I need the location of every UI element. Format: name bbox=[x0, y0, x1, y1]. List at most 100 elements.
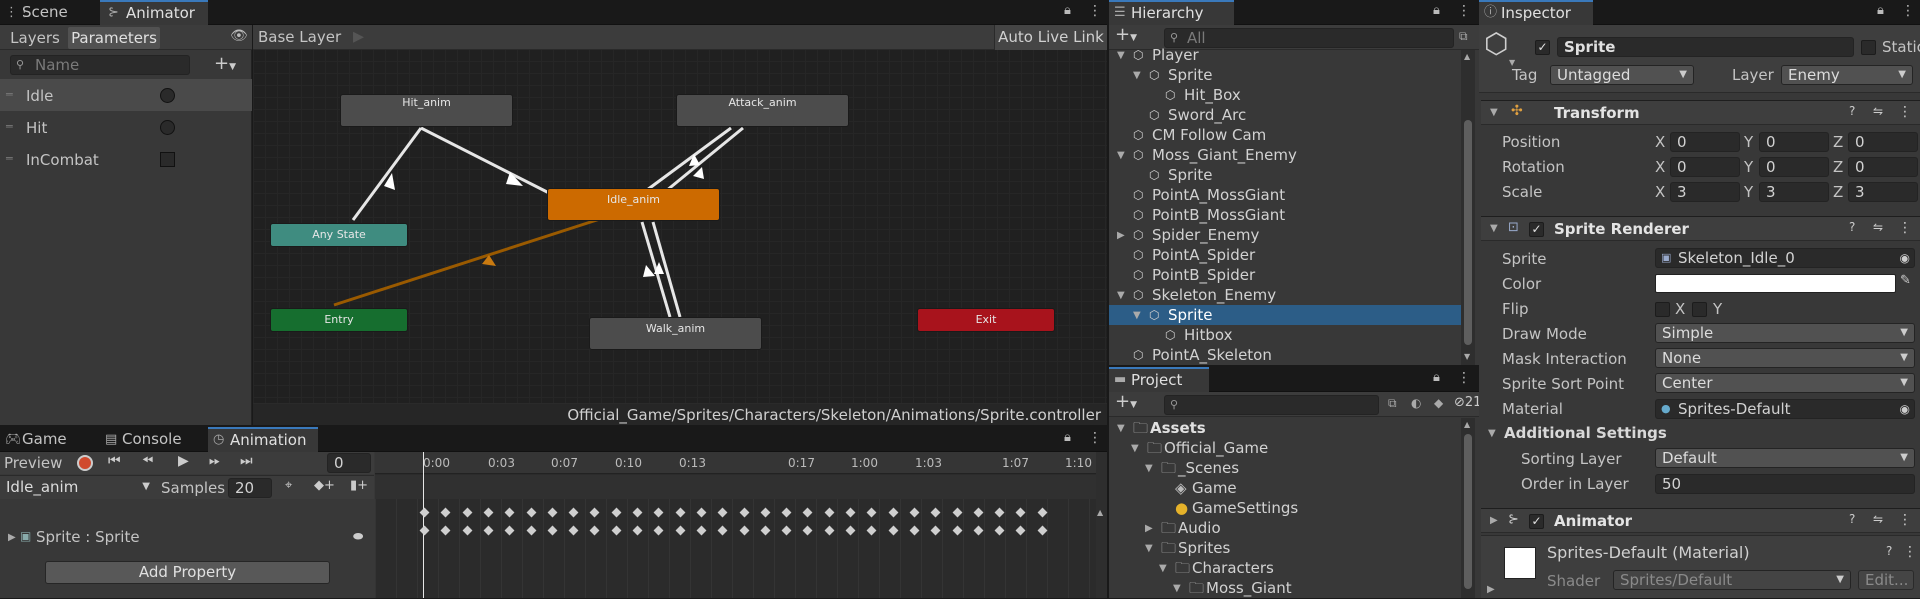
tree-item[interactable]: ● GameSettings bbox=[1117, 498, 1467, 518]
tree-item[interactable]: ▼ 🗀 Official_Game bbox=[1117, 438, 1467, 458]
lock-icon[interactable]: 🔒︎ bbox=[1433, 3, 1440, 18]
tab-parameters[interactable]: Parameters bbox=[68, 27, 160, 49]
expand-arrow-icon[interactable]: ▼ bbox=[1117, 286, 1125, 306]
edit-shader-button[interactable]: Edit... bbox=[1858, 570, 1914, 590]
samples-field[interactable]: 20 bbox=[228, 478, 272, 498]
tag-dropdown[interactable]: Untagged bbox=[1550, 65, 1694, 85]
scale-y-field[interactable]: 3 bbox=[1759, 182, 1829, 202]
first-keyframe-icon[interactable]: ⏮ bbox=[108, 453, 121, 469]
scroll-thumb[interactable] bbox=[1464, 434, 1472, 589]
timeline-ruler[interactable]: 0:00 0:03 0:07 0:10 0:13 0:17 1:00 1:03 … bbox=[375, 452, 1096, 474]
axis-label[interactable]: Z bbox=[1833, 158, 1843, 176]
tree-item[interactable]: ▼ 🗀 _Scenes bbox=[1117, 458, 1467, 478]
more-menu-icon[interactable]: ⋮ bbox=[1901, 3, 1915, 19]
component-menu-icon[interactable]: ⋮ bbox=[1903, 544, 1917, 560]
previous-keyframe-icon[interactable]: ⏪︎ bbox=[142, 453, 153, 469]
state-attack-anim[interactable]: Attack_anim bbox=[676, 94, 849, 127]
tree-item[interactable]: ⬡ PointA_Skeleton bbox=[1111, 345, 1461, 365]
expand-arrow-icon[interactable]: ▼ bbox=[1117, 419, 1125, 439]
help-icon[interactable]: ? bbox=[1849, 220, 1855, 234]
expand-arrow-icon[interactable]: ▼ bbox=[1145, 459, 1153, 479]
lock-icon[interactable]: 🔒︎ bbox=[1064, 430, 1071, 445]
expand-arrow-icon[interactable]: ▼ bbox=[1133, 66, 1141, 86]
parameter-search-input[interactable]: ⚲ Name bbox=[10, 55, 190, 75]
tree-item[interactable]: ▼ 🗀 Sprites bbox=[1117, 538, 1467, 558]
project-search-input[interactable]: ⚲ bbox=[1164, 395, 1379, 415]
axis-label[interactable]: X bbox=[1655, 133, 1665, 151]
axis-label[interactable]: X bbox=[1655, 158, 1665, 176]
bool-checkbox[interactable] bbox=[160, 152, 175, 167]
tree-item[interactable]: ▶ 🗀 Audio bbox=[1117, 518, 1467, 538]
additional-settings-foldout[interactable]: Additional Settings bbox=[1504, 424, 1667, 442]
tree-item[interactable]: ⬡ CM Follow Cam bbox=[1111, 125, 1461, 145]
foldout-arrow-icon[interactable]: ▼ bbox=[1490, 223, 1498, 234]
parameter-row[interactable]: ═ Idle bbox=[0, 79, 252, 111]
rotation-y-field[interactable]: 0 bbox=[1759, 157, 1829, 177]
static-checkbox[interactable] bbox=[1861, 40, 1876, 55]
expand-arrow-icon[interactable]: ▼ bbox=[1131, 439, 1139, 459]
component-enabled-checkbox[interactable]: ✓ bbox=[1529, 222, 1544, 237]
rotation-z-field[interactable]: 0 bbox=[1848, 157, 1918, 177]
component-menu-icon[interactable]: ⋮ bbox=[1898, 104, 1912, 120]
help-icon[interactable]: ? bbox=[1849, 104, 1855, 118]
more-menu-icon[interactable]: ⋮ bbox=[1088, 430, 1102, 446]
eyedropper-icon[interactable]: ✎ bbox=[1900, 273, 1911, 288]
scroll-up-arrow[interactable]: ▲ bbox=[1464, 420, 1470, 429]
animator-graph[interactable]: Base Layer ▸ Auto Live Link Hit_anim Att… bbox=[253, 25, 1107, 425]
scroll-down-arrow[interactable]: ▼ bbox=[1464, 352, 1470, 361]
tree-item[interactable]: ◈ Game bbox=[1117, 478, 1467, 498]
tree-item[interactable]: ⬡ Sword_Arc bbox=[1111, 105, 1461, 125]
sorting-layer-dropdown[interactable]: Default bbox=[1655, 448, 1915, 468]
lock-icon[interactable]: 🔒︎ bbox=[1064, 3, 1071, 18]
sprite-object-field[interactable]: ▣ Skeleton_Idle_0 ◉ bbox=[1655, 248, 1915, 268]
mask-interaction-dropdown[interactable]: None bbox=[1655, 348, 1915, 368]
scale-x-field[interactable]: 3 bbox=[1670, 182, 1740, 202]
expand-arrow-icon[interactable]: ▼ bbox=[1117, 46, 1125, 66]
axis-label[interactable]: Z bbox=[1833, 183, 1843, 201]
foldout-arrow-icon[interactable]: ▶ bbox=[1490, 515, 1498, 526]
layer-dropdown[interactable]: Enemy bbox=[1781, 65, 1913, 85]
next-keyframe-icon[interactable]: ⏩︎ bbox=[209, 453, 220, 469]
state-idle-anim[interactable]: Idle_anim bbox=[547, 188, 720, 221]
property-options-icon[interactable]: ⬬ bbox=[353, 529, 363, 544]
expand-arrow-icon[interactable]: ▼ bbox=[1117, 146, 1125, 166]
help-icon[interactable]: ? bbox=[1886, 544, 1892, 558]
expand-arrow-icon[interactable]: ▶ bbox=[1117, 226, 1125, 246]
create-button[interactable]: +▼ bbox=[1115, 391, 1137, 412]
tree-item[interactable]: ▼ 🗀 Characters bbox=[1117, 558, 1467, 578]
state-hit-anim[interactable]: Hit_anim bbox=[340, 94, 513, 127]
gameobject-icon[interactable]: ⬡ bbox=[1484, 27, 1508, 60]
shader-dropdown[interactable]: Sprites/Default bbox=[1613, 570, 1851, 590]
expand-arrow-icon[interactable]: ▼ bbox=[1173, 579, 1181, 599]
sort-point-dropdown[interactable]: Center bbox=[1655, 373, 1915, 393]
tab-animation[interactable]: ◷ Animation bbox=[208, 427, 318, 452]
axis-label[interactable]: Y bbox=[1744, 183, 1753, 201]
sprite-renderer-header[interactable]: ▼ ⊡ ✓ Sprite Renderer ? ⇋ ⋮ bbox=[1481, 216, 1920, 241]
drag-handle-icon[interactable]: ═ bbox=[6, 120, 13, 133]
transition-arrow[interactable] bbox=[646, 126, 732, 192]
expand-arrow-icon[interactable]: ▼ bbox=[1145, 539, 1153, 559]
parameter-row[interactable]: ═ InCombat bbox=[0, 143, 252, 175]
timeline[interactable]: 0:00 0:03 0:07 0:10 0:13 0:17 1:00 1:03 … bbox=[375, 452, 1096, 598]
transition-arrow[interactable] bbox=[351, 127, 423, 221]
play-icon[interactable]: ▶ bbox=[178, 453, 189, 469]
tree-item[interactable]: ⬡ PointB_MossGiant bbox=[1111, 205, 1461, 225]
component-menu-icon[interactable]: ⋮ bbox=[1898, 512, 1912, 528]
filter-label-icon[interactable]: ◆ bbox=[1434, 396, 1443, 410]
tab-layers[interactable]: Layers bbox=[4, 27, 66, 49]
filter-type-icon[interactable]: ◐ bbox=[1411, 396, 1421, 410]
color-swatch[interactable] bbox=[1655, 274, 1896, 293]
tab-console[interactable]: ▤ Console bbox=[100, 427, 208, 452]
state-entry[interactable]: Entry bbox=[270, 308, 408, 332]
tree-item[interactable]: ▼ ⬡ Skeleton_Enemy bbox=[1111, 285, 1461, 305]
tree-item[interactable]: ▼ 🗀 Moss_Giant bbox=[1117, 578, 1467, 598]
preview-toggle[interactable]: Preview bbox=[4, 454, 62, 472]
foldout-arrow-icon[interactable]: ▼ bbox=[1490, 107, 1498, 118]
event-track[interactable] bbox=[375, 475, 1096, 499]
transition-arrow[interactable] bbox=[420, 126, 554, 197]
order-in-layer-field[interactable]: 50 bbox=[1655, 474, 1915, 494]
frame-field[interactable]: 0 bbox=[327, 453, 371, 473]
add-parameter-button[interactable]: +▼ bbox=[214, 53, 236, 74]
state-any-state[interactable]: Any State bbox=[270, 223, 408, 247]
hidden-count[interactable]: ⊘21 bbox=[1454, 395, 1481, 410]
